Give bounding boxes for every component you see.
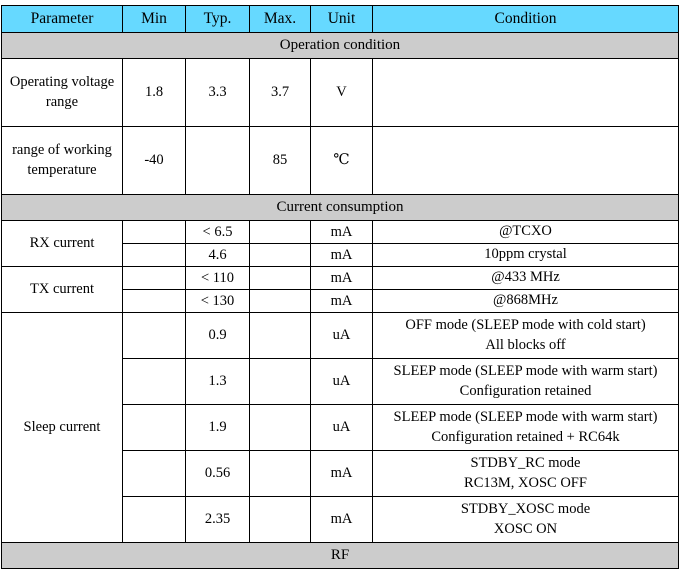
cell-typ: 2.35 [185,496,250,543]
cell-condition: OFF mode (SLEEP mode with cold start) Al… [372,312,679,359]
cell-unit: mA [310,450,373,497]
section-title-rf: RF [1,542,679,569]
cell-typ: < 130 [185,289,250,313]
column-header-parameter: Parameter [1,5,123,33]
table-row: Sleep current 0.9 uA OFF mode (SLEEP mod… [1,312,679,543]
param-name-tx-current: TX current [1,266,123,313]
cell-condition: @433 MHz [372,266,679,290]
cell-max [249,496,311,543]
cell-min [122,312,186,359]
cell-unit: mA [310,220,373,244]
condition-line-1: 10ppm crystal [484,246,567,263]
spec-table-container: Parameter Min Typ. Max. Unit Condition O… [0,0,685,569]
cell-unit: V [310,58,373,127]
section-header-row-operation-condition: Operation condition [1,32,679,59]
cell-min [122,450,186,497]
cell-max [249,220,311,244]
cell-condition [372,126,679,195]
cell-unit: mA [310,496,373,543]
condition-line-1: OFF mode (SLEEP mode with cold start) [405,316,646,333]
cell-unit: uA [310,312,373,359]
cell-typ: 3.3 [185,58,250,127]
cell-condition: SLEEP mode (SLEEP mode with warm start) … [372,404,679,451]
cell-typ: 1.3 [185,358,250,405]
cell-min [122,289,186,313]
column-header-typ: Typ. [185,5,250,33]
cell-typ: 0.56 [185,450,250,497]
electrical-specification-table: Parameter Min Typ. Max. Unit Condition O… [1,5,679,569]
cell-condition: STDBY_RC mode RC13M, XOSC OFF [372,450,679,497]
cell-max [249,450,311,497]
column-header-condition: Condition [372,5,679,33]
section-header-row-rf: RF [1,542,679,569]
cell-condition: @TCXO [372,220,679,244]
column-header-unit: Unit [310,5,373,33]
condition-line-1: SLEEP mode (SLEEP mode with warm start) [393,362,658,379]
param-name-operating-voltage-range: Operating voltage range [1,58,123,127]
section-header-row-current-consumption: Current consumption [1,194,679,221]
cell-min [122,243,186,267]
cell-max: 85 [249,126,311,195]
table-header-row: Parameter Min Typ. Max. Unit Condition [1,5,679,33]
table-row: RX current < 6.5 mA @TCXO [1,220,679,267]
cell-min [122,220,186,244]
cell-condition: 10ppm crystal [372,243,679,267]
condition-line-1: STDBY_XOSC mode [460,500,591,517]
table-row: TX current < 110 mA @433 MHz [1,266,679,313]
param-name-range-of-working-temperature: range of working temperature [1,126,123,195]
cell-min [122,358,186,405]
cell-typ [185,126,250,195]
cell-min: 1.8 [122,58,186,127]
section-title-operation-condition: Operation condition [1,32,679,59]
condition-line-1: @868MHz [493,292,558,309]
cell-condition: STDBY_XOSC mode XOSC ON [372,496,679,543]
cell-typ: < 110 [185,266,250,290]
cell-max [249,358,311,405]
cell-typ: 1.9 [185,404,250,451]
cell-min [122,404,186,451]
cell-max [249,266,311,290]
cell-min [122,496,186,543]
param-name-sleep-current: Sleep current [1,312,123,543]
cell-max [249,312,311,359]
cell-min [122,266,186,290]
cell-unit: mA [310,243,373,267]
column-header-max: Max. [249,5,311,33]
cell-max [249,243,311,267]
cell-condition: SLEEP mode (SLEEP mode with warm start) … [372,358,679,405]
cell-max [249,289,311,313]
condition-line-1: @TCXO [499,223,552,240]
cell-typ: 4.6 [185,243,250,267]
condition-line-2: All blocks off [485,336,566,353]
cell-max: 3.7 [249,58,311,127]
table-row: range of working temperature -40 85 ℃ [1,126,679,195]
cell-unit: uA [310,404,373,451]
column-header-min: Min [122,5,186,33]
cell-typ: < 6.5 [185,220,250,244]
cell-unit: mA [310,289,373,313]
condition-line-1: STDBY_RC mode [470,454,581,471]
cell-condition: @868MHz [372,289,679,313]
condition-line-2: RC13M, XOSC OFF [464,474,587,491]
cell-typ: 0.9 [185,312,250,359]
section-title-current-consumption: Current consumption [1,194,679,221]
condition-line-2: Configuration retained [459,382,592,399]
condition-line-2: Configuration retained + RC64k [431,428,620,445]
cell-unit: ℃ [310,126,373,195]
param-name-rx-current: RX current [1,220,123,267]
cell-max [249,404,311,451]
table-row: Operating voltage range 1.8 3.3 3.7 V [1,58,679,127]
cell-unit: uA [310,358,373,405]
cell-condition [372,58,679,127]
condition-line-1: SLEEP mode (SLEEP mode with warm start) [393,408,658,425]
condition-line-2: XOSC ON [493,520,558,537]
cell-unit: mA [310,266,373,290]
cell-min: -40 [122,126,186,195]
condition-line-1: @433 MHz [491,269,560,286]
